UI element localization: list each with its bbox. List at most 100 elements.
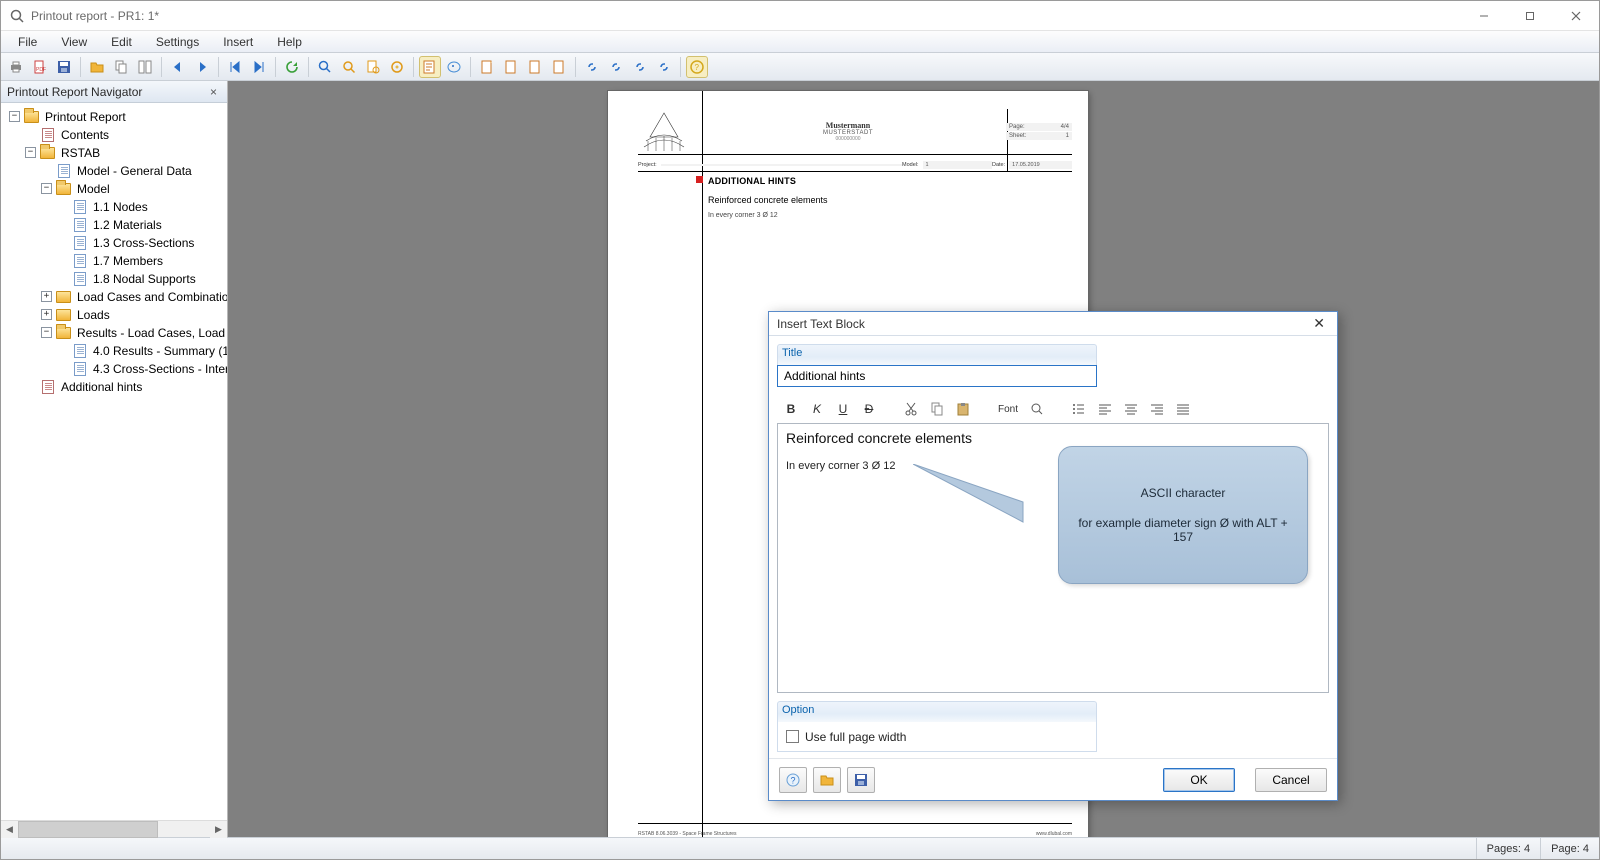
bullet-list-button[interactable] — [1069, 399, 1089, 419]
tree-results-summary[interactable]: 4.0 Results - Summary (1) — [55, 342, 225, 359]
tree-members[interactable]: 1.7 Members — [55, 252, 225, 269]
find-button[interactable] — [314, 56, 336, 78]
link-d-button[interactable] — [653, 56, 675, 78]
tree-model[interactable]: −Model — [39, 180, 225, 197]
cut-button[interactable] — [901, 399, 921, 419]
copy-button[interactable] — [927, 399, 947, 419]
tree-contents[interactable]: Contents — [23, 126, 225, 143]
expander-icon[interactable]: − — [25, 147, 36, 158]
align-justify-button[interactable] — [1173, 399, 1193, 419]
tree-results[interactable]: −Results - Load Cases, Load Co — [39, 324, 225, 341]
tree-materials[interactable]: 1.2 Materials — [55, 216, 225, 233]
block-a-button[interactable] — [500, 56, 522, 78]
align-center-button[interactable] — [1121, 399, 1141, 419]
paste-button[interactable] — [953, 399, 973, 419]
richtext-area[interactable]: Reinforced concrete elements In every co… — [777, 423, 1329, 693]
refresh-button[interactable] — [281, 56, 303, 78]
folder-icon — [56, 182, 71, 196]
richtext-toolbar: B K U Ð Font — [777, 397, 1329, 421]
expander-icon[interactable]: − — [41, 183, 52, 194]
open-file-button[interactable] — [813, 767, 841, 793]
dialog-close-icon[interactable]: ✕ — [1309, 315, 1329, 332]
tree-results-cs[interactable]: 4.3 Cross-Sections - Intern — [55, 360, 225, 377]
cancel-button[interactable]: Cancel — [1255, 768, 1327, 792]
minimize-button[interactable] — [1461, 1, 1507, 31]
scroll-thumb[interactable] — [18, 821, 158, 838]
link-a-button[interactable] — [581, 56, 603, 78]
strike-button[interactable]: Ð — [859, 399, 879, 419]
insert-image-button[interactable] — [443, 56, 465, 78]
print-pdf-button[interactable]: PDF — [29, 56, 51, 78]
menu-view[interactable]: View — [50, 32, 98, 52]
tree-load-cases[interactable]: +Load Cases and Combination — [39, 288, 225, 305]
option-label: Option — [777, 701, 1097, 722]
menu-help[interactable]: Help — [266, 32, 313, 52]
nav-first-button[interactable] — [224, 56, 246, 78]
nav-last-button[interactable] — [248, 56, 270, 78]
tree-model-general[interactable]: Model - General Data — [39, 162, 225, 179]
zoom-page-button[interactable] — [362, 56, 384, 78]
tree-nodal-supports[interactable]: 1.8 Nodal Supports — [55, 270, 225, 287]
zoom-button[interactable] — [338, 56, 360, 78]
expander-icon[interactable]: + — [41, 291, 52, 302]
expander-icon[interactable]: + — [41, 309, 52, 320]
scroll-left-icon[interactable]: ◀ — [1, 821, 18, 838]
zoom-text-button[interactable] — [1027, 399, 1047, 419]
expander-icon[interactable]: − — [41, 327, 52, 338]
save-button[interactable] — [53, 56, 75, 78]
navigator-tree[interactable]: − Printout Report Contents −RSTAB Model … — [1, 103, 227, 820]
doc-icon — [72, 236, 87, 250]
svg-text:PDF: PDF — [36, 67, 46, 73]
settings-button[interactable] — [386, 56, 408, 78]
scroll-right-icon[interactable]: ▶ — [210, 821, 227, 838]
ok-button[interactable]: OK — [1163, 768, 1235, 792]
full-width-checkbox[interactable] — [786, 730, 799, 743]
help-button[interactable]: ? — [779, 767, 807, 793]
richtext-heading: Reinforced concrete elements — [786, 430, 1320, 446]
window-title: Printout report - PR1: 1* — [31, 9, 159, 23]
titlebar: Printout report - PR1: 1* — [1, 1, 1599, 31]
align-right-button[interactable] — [1147, 399, 1167, 419]
close-button[interactable] — [1553, 1, 1599, 31]
copy-button[interactable] — [110, 56, 132, 78]
open-button[interactable] — [86, 56, 108, 78]
tree-additional[interactable]: Additional hints — [23, 378, 225, 395]
font-button[interactable]: Font — [995, 399, 1021, 419]
menu-edit[interactable]: Edit — [100, 32, 143, 52]
nav-back-button[interactable] — [167, 56, 189, 78]
folder-icon — [56, 326, 71, 340]
navigator-hscroll[interactable]: ◀ ▶ — [1, 820, 227, 837]
link-c-button[interactable] — [629, 56, 651, 78]
title-input[interactable] — [777, 365, 1097, 387]
tree-cross-sections[interactable]: 1.3 Cross-Sections — [55, 234, 225, 251]
navigator-close-icon[interactable]: × — [206, 85, 221, 99]
underline-button[interactable]: U — [833, 399, 853, 419]
expander-icon[interactable]: − — [9, 111, 20, 122]
preview-header: Mustermann MUSTERSTADT 000000000 Page:4/… — [638, 109, 1072, 155]
folder-icon — [24, 110, 39, 124]
help-mode-button[interactable]: ? — [686, 56, 708, 78]
maximize-button[interactable] — [1507, 1, 1553, 31]
menu-settings[interactable]: Settings — [145, 32, 210, 52]
tree-root[interactable]: − Printout Report — [7, 108, 225, 125]
save-block-button[interactable] — [847, 767, 875, 793]
tree-nodes[interactable]: 1.1 Nodes — [55, 198, 225, 215]
text-doc-icon — [40, 380, 55, 394]
align-left-button[interactable] — [1095, 399, 1115, 419]
preview-canvas[interactable]: Mustermann MUSTERSTADT 000000000 Page:4/… — [228, 81, 1599, 837]
link-b-button[interactable] — [605, 56, 627, 78]
tree-loads[interactable]: +Loads — [39, 306, 225, 323]
insert-text-button[interactable] — [419, 56, 441, 78]
menu-insert[interactable]: Insert — [212, 32, 264, 52]
new-block-button[interactable] — [476, 56, 498, 78]
tree-rstab[interactable]: −RSTAB — [23, 144, 225, 161]
menu-file[interactable]: File — [7, 32, 48, 52]
dialog-titlebar[interactable]: Insert Text Block ✕ — [769, 312, 1337, 336]
block-b-button[interactable] — [524, 56, 546, 78]
nav-forward-button[interactable] — [191, 56, 213, 78]
report-manager-button[interactable] — [134, 56, 156, 78]
block-c-button[interactable] — [548, 56, 570, 78]
italic-button[interactable]: K — [807, 399, 827, 419]
print-button[interactable] — [5, 56, 27, 78]
bold-button[interactable]: B — [781, 399, 801, 419]
